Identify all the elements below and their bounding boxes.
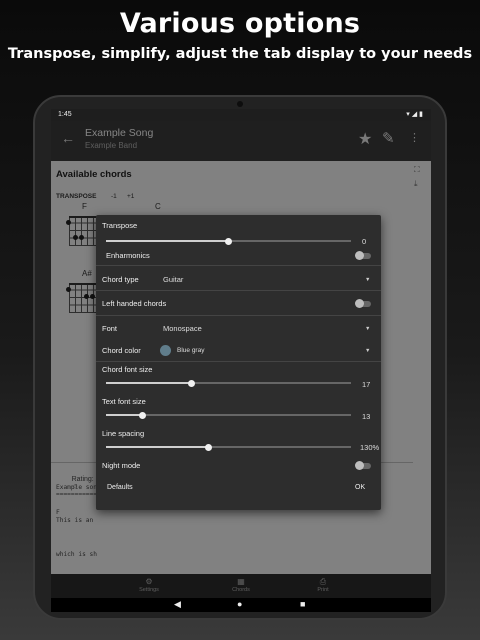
promo-subheadline: Transpose, simplify, adjust the tab disp… <box>7 46 473 62</box>
enharmonics-toggle[interactable] <box>355 251 371 260</box>
display-options-dialog: Transpose 0 Enharmonics Chord type Guita… <box>96 215 381 510</box>
chord-color-swatch[interactable] <box>160 345 171 356</box>
system-navigation-bar: ◀ ● ■ <box>51 598 431 612</box>
text-font-size-slider[interactable] <box>106 411 351 419</box>
left-handed-label: Left handed chords <box>102 299 167 308</box>
font-label: Font <box>102 324 118 333</box>
recents-square-icon[interactable]: ■ <box>300 599 305 609</box>
line-spacing-slider[interactable] <box>106 443 351 451</box>
toggle-knob <box>355 299 364 308</box>
front-camera <box>237 101 243 107</box>
slider-thumb[interactable] <box>188 379 196 387</box>
chord-color-label: Chord color <box>102 346 141 355</box>
text-font-size-value: 13 <box>362 412 371 421</box>
left-handed-toggle[interactable] <box>355 299 371 308</box>
dropdown-caret-icon[interactable]: ▼ <box>365 326 370 332</box>
status-time: 1:45 <box>58 111 72 118</box>
transpose-slider[interactable] <box>106 237 351 245</box>
line-spacing-label: Line spacing <box>102 429 145 438</box>
dropdown-caret-icon[interactable]: ▼ <box>365 348 370 354</box>
defaults-button[interactable]: Defaults <box>107 484 133 491</box>
line-spacing-value: 130% <box>360 443 380 452</box>
toggle-knob <box>355 251 364 260</box>
dropdown-caret-icon[interactable]: ▼ <box>365 277 370 283</box>
slider-fill <box>106 240 229 242</box>
night-mode-label: Night mode <box>102 461 141 470</box>
slider-fill <box>106 382 192 384</box>
divider <box>96 315 381 316</box>
status-icons: ▾◢▮ <box>406 111 425 118</box>
font-select[interactable]: Monospace <box>163 324 202 333</box>
divider <box>96 265 381 266</box>
text-font-size-label: Text font size <box>102 397 146 406</box>
chord-font-size-slider[interactable] <box>106 379 351 387</box>
chord-font-size-value: 17 <box>362 380 371 389</box>
tablet-screen: 1:45 ▾◢▮ ← Example Song Example Band ★ ✎… <box>51 109 431 612</box>
divider <box>96 361 381 362</box>
toggle-knob <box>355 461 364 470</box>
slider-thumb[interactable] <box>139 411 147 419</box>
back-triangle-icon[interactable]: ◀ <box>174 599 181 610</box>
ok-button[interactable]: OK <box>355 484 365 491</box>
slider-fill <box>106 414 143 416</box>
enharmonics-label: Enharmonics <box>106 251 150 260</box>
transpose-setting-label: Transpose <box>102 221 138 230</box>
chord-color-select[interactable]: Blue gray <box>177 347 204 354</box>
divider <box>96 290 381 291</box>
transpose-value: 0 <box>362 237 367 246</box>
chord-type-select[interactable]: Guitar <box>163 275 183 284</box>
status-bar: 1:45 ▾◢▮ <box>51 109 431 121</box>
chord-type-label: Chord type <box>102 275 139 284</box>
promo-headline: Various options <box>119 8 361 39</box>
slider-fill <box>106 446 209 448</box>
tablet-frame: 1:45 ▾◢▮ ← Example Song Example Band ★ ✎… <box>33 95 447 620</box>
chord-font-size-label: Chord font size <box>102 365 153 374</box>
slider-thumb[interactable] <box>205 443 213 451</box>
slider-thumb[interactable] <box>225 237 232 245</box>
home-circle-icon[interactable]: ● <box>237 599 242 609</box>
night-mode-toggle[interactable] <box>355 461 371 470</box>
